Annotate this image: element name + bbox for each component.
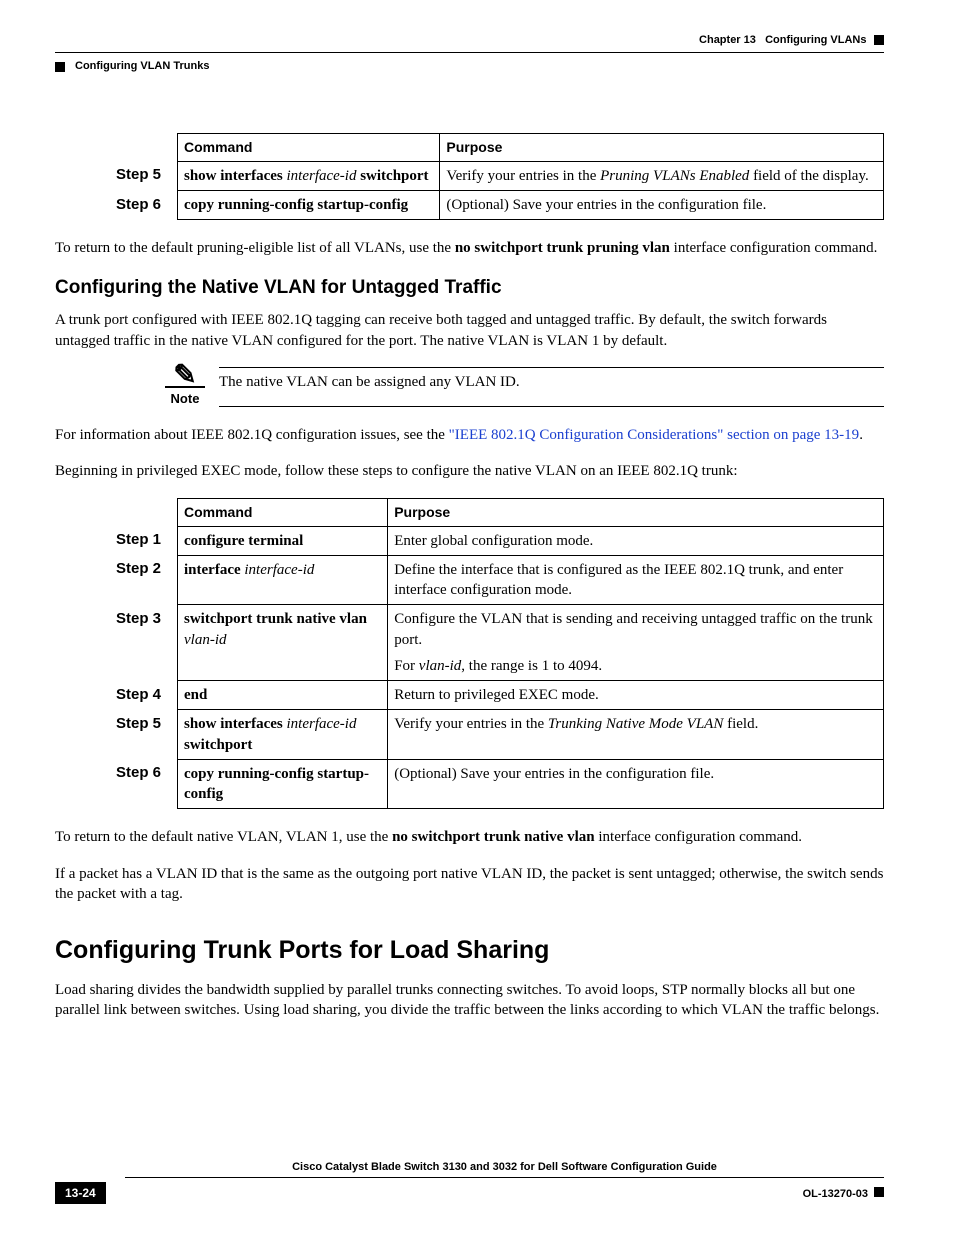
- command-table-2: Command Purpose Step 1 configure termina…: [110, 498, 884, 810]
- table-row: Step 2 interface interface-id Define the…: [110, 555, 884, 605]
- table-row: Step 5 show interfaces interface-id swit…: [110, 161, 884, 190]
- heading-load-sharing: Configuring Trunk Ports for Load Sharing: [55, 934, 884, 968]
- section-title: Configuring VLAN Trunks: [75, 59, 209, 74]
- paragraph: Load sharing divides the bandwidth suppl…: [55, 980, 884, 1021]
- command-table-1: Command Purpose Step 5 show interfaces i…: [110, 133, 884, 220]
- col-command: Command: [178, 498, 388, 526]
- table-row: Step 4 end Return to privileged EXEC mod…: [110, 681, 884, 710]
- heading-native-vlan: Configuring the Native VLAN for Untagged…: [55, 275, 884, 301]
- step-label: Step 6: [110, 191, 178, 220]
- chapter-title: Configuring VLANs: [765, 34, 866, 46]
- paragraph: A trunk port configured with IEEE 802.1Q…: [55, 310, 884, 351]
- paragraph: For information about IEEE 802.1Q config…: [55, 425, 884, 445]
- col-purpose: Purpose: [440, 134, 884, 162]
- table-row: Step 1 configure terminal Enter global c…: [110, 526, 884, 555]
- table-row: Step 5 show interfaces interface-id swit…: [110, 710, 884, 760]
- footer-end-block: [874, 1187, 884, 1197]
- table-row: Step 3 switchport trunk native vlan vlan…: [110, 605, 884, 681]
- pencil-icon: ✎: [165, 367, 205, 388]
- note-callout: ✎ Note The native VLAN can be assigned a…: [165, 367, 884, 407]
- table-row: Step 6 copy running-config startup-confi…: [110, 191, 884, 220]
- page-number-badge: 13-24: [55, 1182, 106, 1204]
- header-start-block: [55, 62, 65, 72]
- paragraph: To return to the default pruning-eligibl…: [55, 238, 884, 258]
- col-purpose: Purpose: [388, 498, 884, 526]
- chapter-label: Chapter 13: [699, 34, 756, 46]
- paragraph: If a packet has a VLAN ID that is the sa…: [55, 864, 884, 905]
- cross-ref-link[interactable]: "IEEE 802.1Q Configuration Consideration…: [449, 427, 860, 443]
- step-label: Step 5: [110, 161, 178, 190]
- paragraph: To return to the default native VLAN, VL…: [55, 827, 884, 847]
- document-id: OL-13270-03: [803, 1188, 868, 1200]
- col-command: Command: [178, 134, 440, 162]
- guide-title: Cisco Catalyst Blade Switch 3130 and 303…: [125, 1160, 884, 1178]
- table-row: Step 6 copy running-config startup-confi…: [110, 759, 884, 809]
- page-footer: Cisco Catalyst Blade Switch 3130 and 303…: [55, 1160, 884, 1204]
- note-label: Note: [171, 391, 200, 406]
- paragraph: Beginning in privileged EXEC mode, follo…: [55, 461, 884, 481]
- note-text: The native VLAN can be assigned any VLAN…: [219, 367, 884, 407]
- header-end-block: [874, 35, 884, 45]
- page-header: Chapter 13 Configuring VLANs Configuring…: [55, 30, 884, 74]
